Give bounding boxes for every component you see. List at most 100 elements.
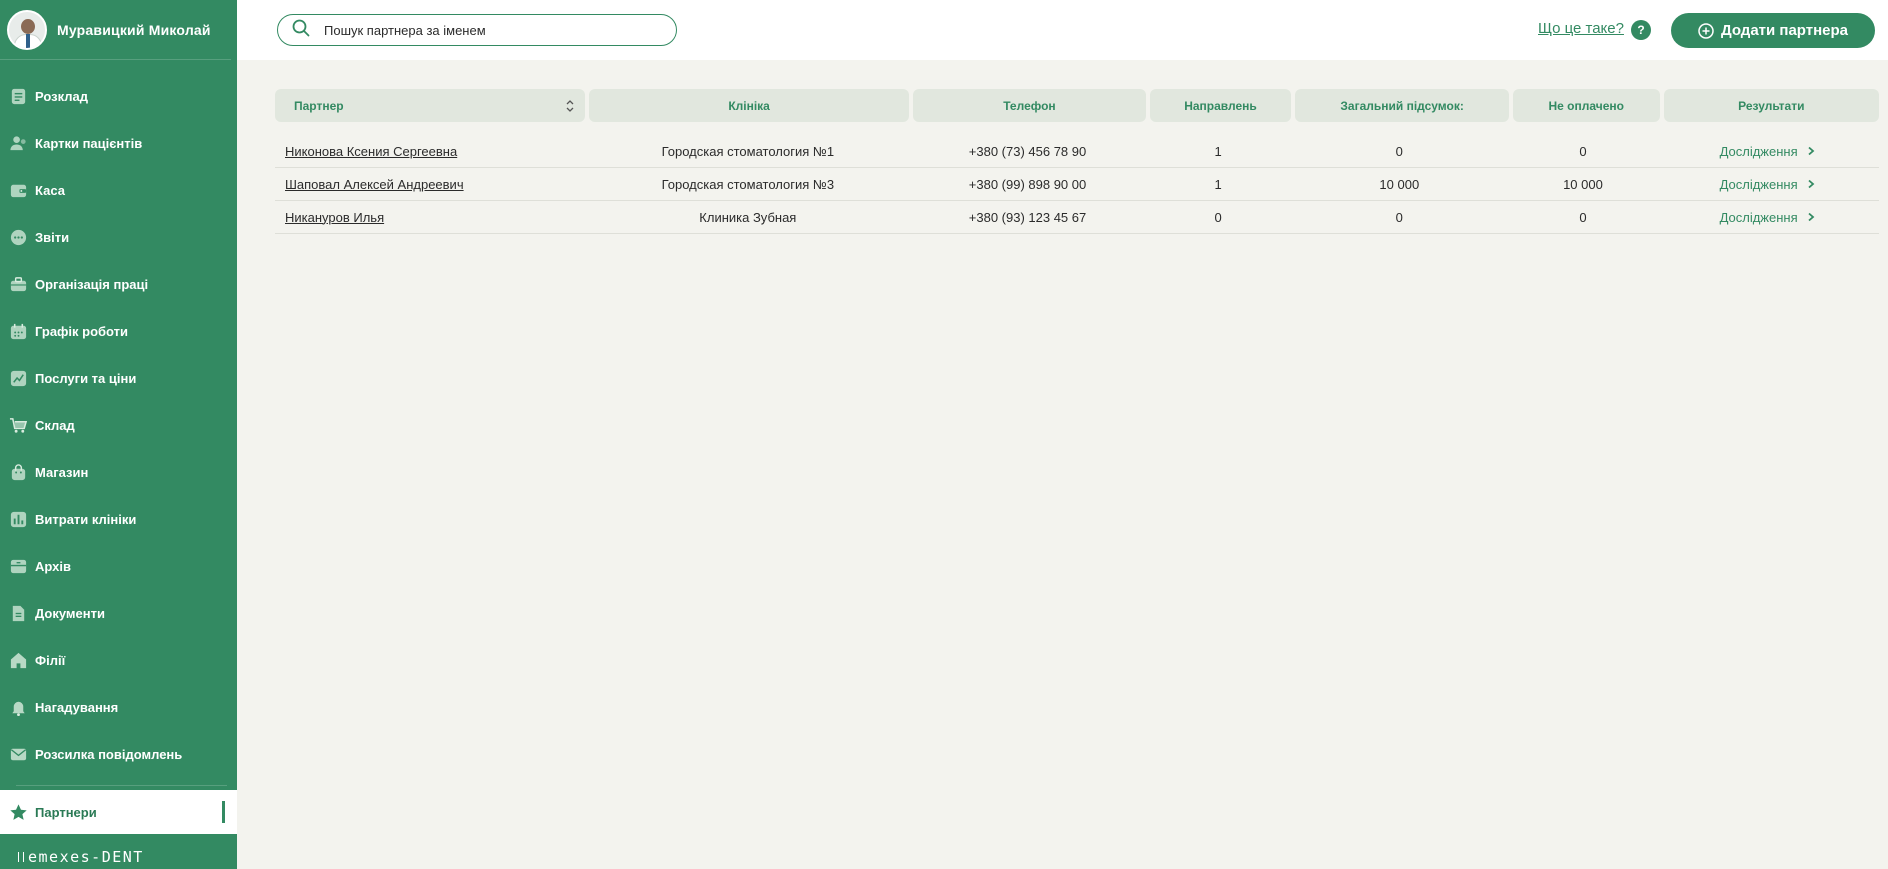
search-icon	[292, 19, 310, 42]
results-link[interactable]: Дослідження	[1720, 144, 1816, 159]
sidebar-item-chart-up[interactable]: Послуги та ціни	[0, 355, 237, 402]
sidebar-item-shop-bag[interactable]: Магазин	[0, 449, 237, 496]
search-input[interactable]	[324, 22, 654, 38]
table-row: Никонова Ксения Сергеевна Городская стома…	[275, 135, 1879, 168]
sidebar-item-patients[interactable]: Картки пацієнтів	[0, 120, 237, 167]
bar-chart-icon	[9, 510, 28, 529]
sidebar-item-calendar[interactable]: Графік роботи	[0, 308, 237, 355]
plus-circle-icon	[1698, 22, 1714, 39]
sidebar-item-reports[interactable]: Звіти	[0, 214, 237, 261]
cell-results: Дослідження	[1660, 144, 1875, 159]
sidebar-item-label: Каса	[35, 183, 65, 198]
chart-up-icon	[9, 369, 28, 388]
add-partner-button[interactable]: Додати партнера	[1671, 13, 1875, 48]
add-partner-label: Додати партнера	[1720, 22, 1849, 39]
sidebar-item-archive[interactable]: Архів	[0, 543, 237, 590]
partner-link[interactable]: Шаповал Алексей Андреевич	[285, 177, 464, 192]
user-name: Муравицкий Миколай	[57, 21, 211, 38]
sidebar-item-label: Магазин	[35, 465, 89, 480]
cell-phone: +380 (93) 123 45 67	[968, 209, 1087, 225]
bell-icon	[9, 698, 28, 717]
sidebar-item-wallet[interactable]: Каса	[0, 167, 237, 214]
sidebar-item-mail[interactable]: Розсилка повідомлень	[0, 731, 237, 778]
cart-icon	[9, 416, 28, 435]
cell-results: Дослідження	[1660, 210, 1875, 225]
sidebar-item-label: Витрати клініки	[35, 512, 137, 527]
sidebar-item-label: Звіти	[35, 230, 70, 245]
sidebar-item-label: Філії	[35, 653, 66, 668]
chevron-right-icon	[1808, 179, 1815, 189]
table-header: Партнер Клініка Телефон Направлень Загал…	[275, 89, 1879, 122]
table-row: Шаповал Алексей Андреевич Городская стома…	[275, 168, 1879, 201]
chevron-right-icon	[1808, 212, 1815, 222]
sidebar-item-home[interactable]: Філії	[0, 637, 237, 684]
partner-link[interactable]: Никануров Илья	[285, 210, 384, 225]
cell-total: 0	[1395, 143, 1403, 159]
chevron-right-icon	[1808, 146, 1815, 156]
shop-bag-icon	[9, 463, 28, 482]
column-header-clinic: Клініка	[588, 89, 910, 122]
brand-logo: emexes-DENT	[18, 845, 144, 869]
cell-clinic: Городская стоматология №1	[661, 143, 835, 159]
cell-clinic: Городская стоматология №3	[661, 176, 835, 192]
sidebar-item-label: Розклад	[35, 89, 88, 104]
sidebar-item-briefcase[interactable]: Організація праці	[0, 261, 237, 308]
archive-icon	[9, 557, 28, 576]
sort-icon[interactable]	[565, 99, 575, 113]
cell-phone: +380 (73) 456 78 90	[968, 143, 1087, 159]
schedule-icon	[9, 87, 28, 106]
results-link[interactable]: Дослідження	[1720, 177, 1816, 192]
cell-results: Дослідження	[1660, 177, 1875, 192]
sidebar-item-label: Склад	[35, 418, 75, 433]
sidebar-item-bar-chart[interactable]: Витрати клініки	[0, 496, 237, 543]
briefcase-icon	[9, 275, 28, 294]
cell-phone: +380 (99) 898 90 00	[968, 176, 1087, 192]
cell-unpaid: 0	[1579, 143, 1587, 159]
partner-link[interactable]: Никонова Ксения Сергеевна	[285, 144, 457, 159]
user-profile[interactable]: Муравицкий Миколай	[0, 0, 231, 60]
partners-table: Партнер Клініка Телефон Направлень Загал…	[275, 89, 1879, 234]
active-indicator	[222, 801, 225, 823]
cell-unpaid: 10 000	[1563, 176, 1603, 192]
cell-referrals: 1	[1214, 143, 1222, 159]
cell-referrals: 1	[1214, 176, 1222, 192]
column-header-partner[interactable]: Партнер	[275, 89, 585, 122]
column-header-phone: Телефон	[913, 89, 1146, 122]
column-header-unpaid: Не оплачено	[1512, 89, 1660, 122]
help-icon[interactable]: ?	[1631, 20, 1651, 40]
column-header-total: Загальний підсумок:	[1295, 89, 1509, 122]
sidebar-item-bell[interactable]: Нагадування	[0, 684, 237, 731]
search-box[interactable]	[277, 14, 677, 46]
cell-partner: Никонова Ксения Сергеевна	[275, 144, 584, 159]
avatar	[7, 9, 47, 50]
home-icon	[9, 651, 28, 670]
results-link[interactable]: Дослідження	[1720, 210, 1816, 225]
sidebar-item-label: Архів	[35, 559, 71, 574]
cell-total: 0	[1395, 209, 1403, 225]
mail-icon	[9, 745, 28, 764]
sidebar-item-label: Графік роботи	[35, 324, 129, 339]
cell-total: 10 000	[1379, 176, 1420, 192]
wallet-icon	[9, 181, 28, 200]
cell-referrals: 0	[1214, 209, 1222, 225]
sidebar-item-label: Картки пацієнтів	[35, 136, 143, 151]
sidebar-item-label: Послуги та ціни	[35, 371, 137, 386]
cell-unpaid: 0	[1579, 209, 1587, 225]
nav-divider	[16, 785, 227, 786]
sidebar-item-cart[interactable]: Склад	[0, 402, 237, 449]
sidebar-item-label: Організація праці	[35, 277, 149, 292]
sidebar-nav: Розклад Картки пацієнтів Каса Звіти Організа…	[0, 73, 237, 778]
sidebar: Муравицкий Миколай Розклад Картки пацієнт…	[0, 0, 237, 869]
column-header-results: Результати	[1663, 89, 1879, 122]
sidebar-item-schedule[interactable]: Розклад	[0, 73, 237, 120]
sidebar-item-label: Партнери	[35, 804, 97, 820]
sidebar-item-partners[interactable]: Партнери	[0, 790, 237, 834]
sidebar-item-label: Документи	[35, 606, 105, 621]
column-header-referrals: Направлень	[1149, 89, 1292, 122]
calendar-icon	[9, 322, 28, 341]
sidebar-item-document[interactable]: Документи	[0, 590, 237, 637]
patients-icon	[9, 134, 28, 153]
cell-partner: Шаповал Алексей Андреевич	[275, 177, 584, 192]
help-link[interactable]: Що це таке?	[1538, 20, 1624, 37]
star-icon	[9, 803, 28, 822]
